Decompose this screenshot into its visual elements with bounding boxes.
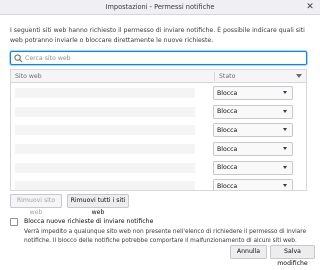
- status-select[interactable]: Blocca: [213, 142, 293, 157]
- block-new-requests-label[interactable]: Blocca nuove richieste di inviare notifi…: [24, 218, 153, 225]
- table-row[interactable]: Blocca: [11, 177, 306, 190]
- block-new-requests-description: Verrà impedito a qualunque sito web non …: [24, 229, 307, 244]
- block-new-requests-checkbox[interactable]: [10, 218, 18, 226]
- chevron-down-icon: [283, 109, 287, 113]
- column-divider: [214, 72, 215, 81]
- status-select[interactable]: Blocca: [213, 86, 293, 100]
- search-box[interactable]: [10, 51, 307, 65]
- table-header: Sito web Stato: [11, 70, 306, 83]
- chevron-down-icon: [283, 165, 287, 169]
- status-select[interactable]: Blocca: [213, 123, 293, 138]
- save-changes-button[interactable]: Salva modifiche: [270, 245, 315, 267]
- status-select[interactable]: Blocca: [213, 179, 293, 190]
- column-header-status[interactable]: Stato: [219, 73, 235, 80]
- close-icon[interactable]: ✕: [304, 1, 316, 13]
- site-name-redacted: [15, 144, 195, 155]
- remove-site-button[interactable]: Rimuovi sito web: [10, 194, 62, 216]
- cancel-button[interactable]: Annulla: [230, 245, 267, 259]
- site-name-redacted: [15, 106, 195, 117]
- title-bar: Impostazioni - Permessi notifiche ✕: [0, 0, 320, 15]
- status-select[interactable]: Blocca: [213, 160, 293, 175]
- sort-arrow-icon[interactable]: [296, 74, 302, 78]
- site-name-redacted: [15, 181, 195, 190]
- chevron-down-icon: [283, 184, 287, 188]
- table-row[interactable]: Blocca: [11, 159, 306, 178]
- table-row[interactable]: Blocca: [11, 121, 306, 140]
- window-title: Impostazioni - Permessi notifiche: [105, 3, 215, 11]
- sites-table: Sito web Stato Blocca Blocca Blocca Bloc…: [10, 69, 307, 191]
- remove-all-sites-button[interactable]: Rimuovi tutti i siti web: [67, 194, 129, 216]
- chevron-down-icon: [283, 91, 287, 94]
- table-rows: Blocca Blocca Blocca Blocca Blocca Blocc…: [11, 84, 306, 190]
- table-row[interactable]: Blocca: [11, 84, 306, 103]
- table-row[interactable]: Blocca: [11, 140, 306, 159]
- chevron-down-icon: [283, 128, 287, 132]
- permissions-description: I seguenti siti web hanno richiesto il p…: [10, 27, 305, 44]
- table-row[interactable]: Blocca: [11, 103, 306, 122]
- site-name-redacted: [15, 88, 195, 98]
- chevron-down-icon: [283, 147, 287, 151]
- column-header-site[interactable]: Sito web: [15, 73, 42, 80]
- status-select[interactable]: Blocca: [213, 104, 293, 119]
- site-name-redacted: [15, 162, 195, 173]
- search-input[interactable]: [25, 53, 295, 63]
- site-name-redacted: [15, 125, 195, 136]
- search-icon: [14, 54, 23, 63]
